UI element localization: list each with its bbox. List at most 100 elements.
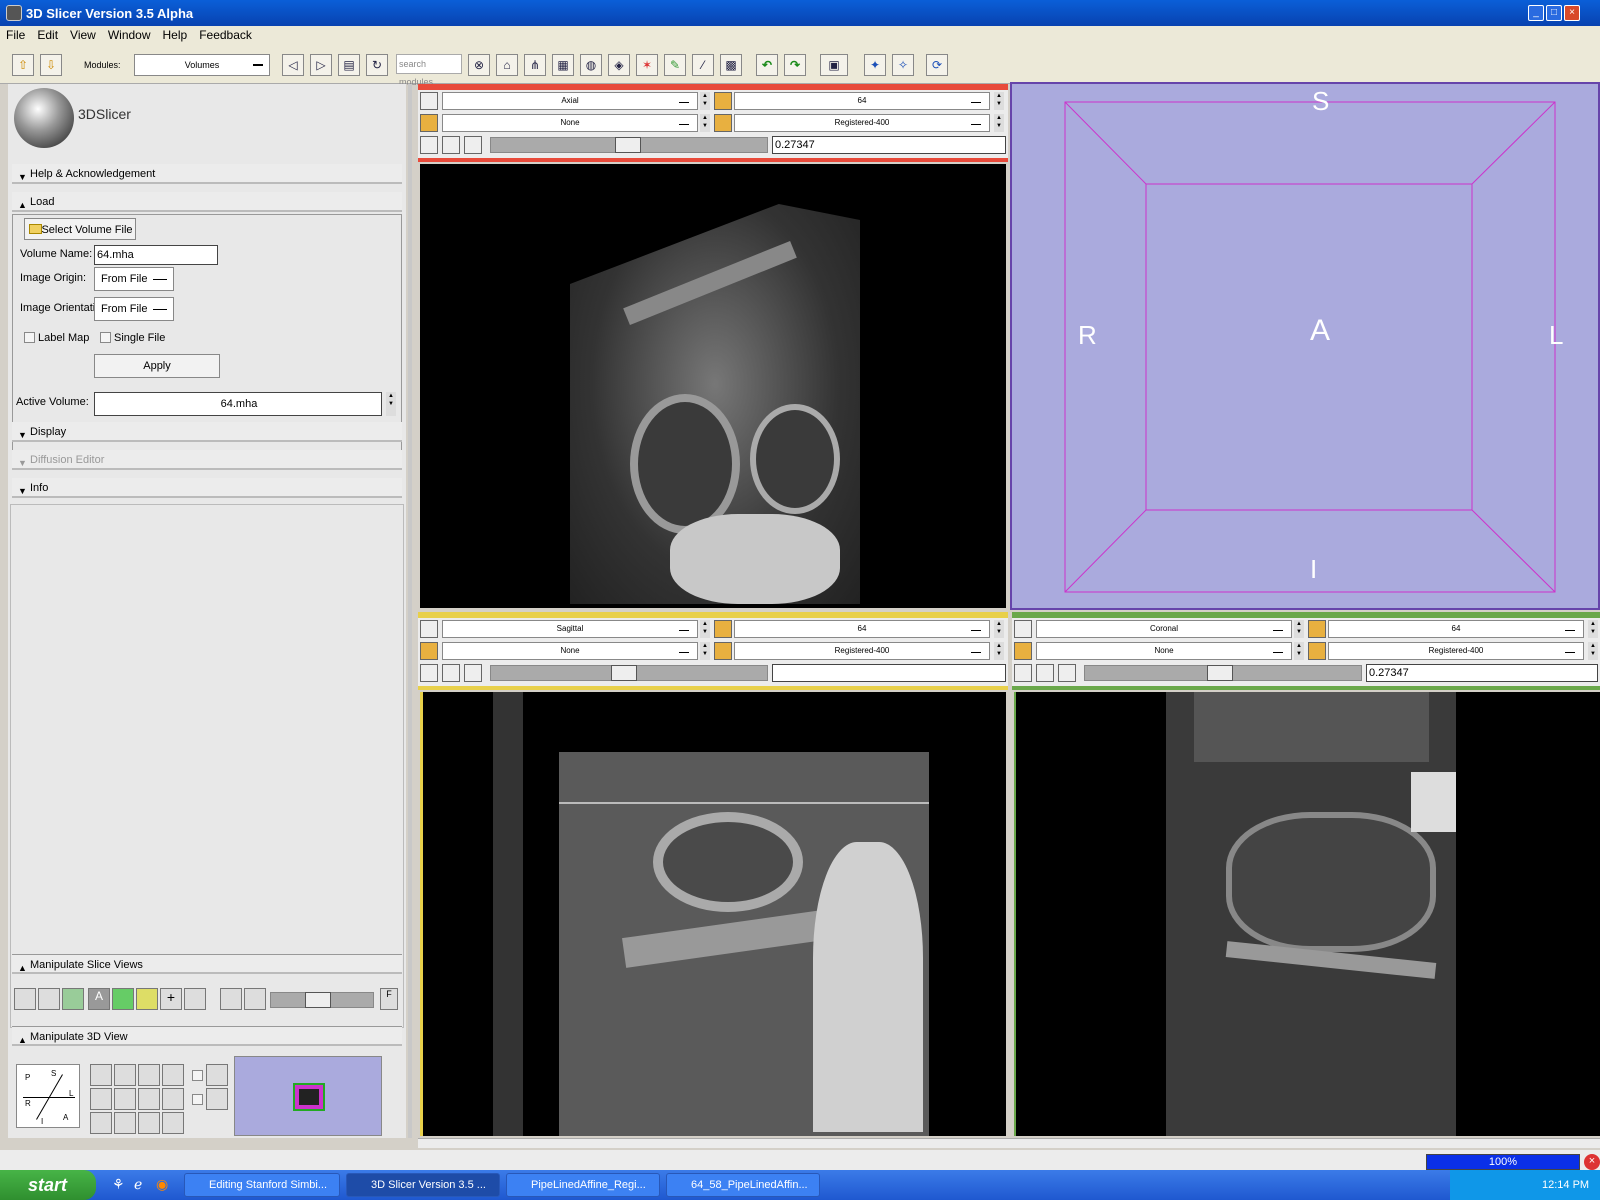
cancel-icon[interactable]: × bbox=[1584, 1154, 1600, 1170]
slice-orient-icon[interactable] bbox=[420, 620, 438, 638]
menu-help[interactable]: Help bbox=[157, 28, 194, 42]
rock-mode-icon[interactable] bbox=[206, 1088, 228, 1110]
load-scene-icon[interactable]: ⇧ bbox=[12, 54, 34, 76]
yellow-orientation-spin[interactable]: ▲ ▼ bbox=[700, 620, 710, 638]
screenshot-icon[interactable] bbox=[138, 1064, 160, 1086]
zoom-in-icon[interactable] bbox=[162, 1064, 184, 1086]
view-scrollbar[interactable] bbox=[418, 1138, 1600, 1148]
red-orientation-spin[interactable]: ▲ ▼ bbox=[700, 92, 710, 110]
slice-orient-icon[interactable] bbox=[1014, 620, 1032, 638]
fade-slider[interactable] bbox=[270, 992, 374, 1008]
section-diffusion-editor[interactable]: ▼ Diffusion Editor bbox=[12, 450, 402, 470]
slice-orient-icon[interactable] bbox=[420, 92, 438, 110]
eye-icon[interactable] bbox=[114, 1112, 136, 1134]
active-volume-spinner[interactable]: ▲ ▼ bbox=[386, 392, 396, 416]
slice-green-icon[interactable] bbox=[62, 988, 84, 1010]
yellow-label-spin[interactable]: ▲ ▼ bbox=[700, 642, 710, 660]
module-history-icon[interactable]: ▤ bbox=[338, 54, 360, 76]
fg-icon[interactable]: F bbox=[380, 988, 398, 1010]
home-icon[interactable]: ⌂ bbox=[496, 54, 518, 76]
spin-icon[interactable] bbox=[90, 1112, 112, 1134]
yellow-fg-spin[interactable]: ▲ ▼ bbox=[994, 620, 1004, 638]
volume-name-field[interactable]: 64.mha bbox=[94, 245, 218, 265]
yellow-slice-image[interactable] bbox=[420, 692, 1006, 1136]
annotation-icon[interactable]: A bbox=[88, 988, 110, 1010]
quicklaunch-icon[interactable]: ⚘ bbox=[112, 1176, 130, 1194]
yellow-label-select[interactable]: None bbox=[442, 642, 698, 660]
select-volume-file-button[interactable]: Select Volume File bbox=[24, 218, 136, 240]
ie-icon[interactable]: ℯ bbox=[134, 1176, 152, 1194]
label-map-checkbox[interactable] bbox=[24, 332, 35, 343]
green-label-spin[interactable]: ▲ ▼ bbox=[1294, 642, 1304, 660]
red-bg-select[interactable]: Registered-400 bbox=[734, 114, 990, 132]
minimize-button[interactable]: _ bbox=[1528, 5, 1544, 21]
models-icon[interactable]: ◍ bbox=[580, 54, 602, 76]
taskbar-item[interactable]: PipeLinedAffine_Regi... bbox=[506, 1173, 660, 1197]
red-fg-select[interactable]: 64 bbox=[734, 92, 990, 110]
image-orientation-select[interactable]: From File bbox=[94, 297, 174, 321]
close-button[interactable]: × bbox=[1564, 5, 1580, 21]
spatial-nav-icon[interactable] bbox=[184, 988, 206, 1010]
link-icon[interactable] bbox=[420, 664, 438, 682]
module-select[interactable]: Volumes bbox=[134, 54, 270, 76]
fg-volume-icon[interactable] bbox=[1308, 620, 1326, 638]
zoom-out-icon[interactable] bbox=[162, 1088, 184, 1110]
layout-icon[interactable]: ▣ bbox=[820, 54, 848, 76]
link-icon[interactable] bbox=[1014, 664, 1032, 682]
measure-icon[interactable]: ⁄ bbox=[692, 54, 714, 76]
editor-icon[interactable]: ✎ bbox=[664, 54, 686, 76]
fg-volume-icon[interactable] bbox=[714, 92, 732, 110]
panel-splitter[interactable] bbox=[408, 84, 412, 1138]
taskbar-item[interactable]: 64_58_PipeLinedAffin... bbox=[666, 1173, 820, 1197]
apply-button[interactable]: Apply bbox=[94, 354, 220, 378]
pitch-icon[interactable] bbox=[90, 1064, 112, 1086]
rotate-icon[interactable] bbox=[90, 1088, 112, 1110]
bg-layer-icon[interactable] bbox=[244, 988, 266, 1010]
redo-icon[interactable]: ↷ bbox=[784, 54, 806, 76]
back-icon[interactable]: ◁ bbox=[282, 54, 304, 76]
label-volume-icon[interactable] bbox=[420, 114, 438, 132]
single-file-checkbox[interactable] bbox=[100, 332, 111, 343]
mouse-mode-pick-icon[interactable]: ✦ bbox=[864, 54, 886, 76]
yellow-bg-spin[interactable]: ▲ ▼ bbox=[994, 642, 1004, 660]
rock-icon[interactable] bbox=[162, 1112, 184, 1134]
visibility-eye-icon[interactable] bbox=[442, 664, 460, 682]
module-scroll-area[interactable] bbox=[10, 504, 404, 1028]
binoculars-icon[interactable]: ⊗ bbox=[468, 54, 490, 76]
taskbar-item-active[interactable]: 3D Slicer Version 3.5 ... bbox=[346, 1173, 500, 1197]
section-load[interactable]: ▲ Load bbox=[12, 192, 402, 212]
more-options-icon[interactable] bbox=[464, 136, 482, 154]
taskbar-item[interactable]: Editing Stanford Simbi... bbox=[184, 1173, 340, 1197]
center-icon[interactable] bbox=[114, 1064, 136, 1086]
section-help[interactable]: ▼ Help & Acknowledgement bbox=[12, 164, 402, 184]
menu-window[interactable]: Window bbox=[102, 28, 157, 42]
more-options-icon[interactable] bbox=[464, 664, 482, 682]
yellow-offset-field[interactable] bbox=[772, 664, 1006, 682]
crosshair-icon[interactable]: + bbox=[160, 988, 182, 1010]
green-bg-select[interactable]: Registered-400 bbox=[1328, 642, 1584, 660]
green-fg-select[interactable]: 64 bbox=[1328, 620, 1584, 638]
transforms-icon[interactable]: ◈ bbox=[608, 54, 630, 76]
undo-icon[interactable]: ↶ bbox=[756, 54, 778, 76]
red-offset-field[interactable]: 0.27347 bbox=[772, 136, 1006, 154]
label-outline-icon[interactable] bbox=[112, 988, 134, 1010]
green-offset-field[interactable]: 0.27347 bbox=[1366, 664, 1598, 682]
slice-grid-icon[interactable] bbox=[38, 988, 60, 1010]
cube-icon[interactable] bbox=[114, 1088, 136, 1110]
mouse-mode-transform-icon[interactable]: ⟳ bbox=[926, 54, 948, 76]
link-icon[interactable] bbox=[420, 136, 438, 154]
fg-layer-icon[interactable] bbox=[220, 988, 242, 1010]
label-volume-icon[interactable] bbox=[1014, 642, 1032, 660]
red-slice-image[interactable] bbox=[420, 164, 1006, 608]
rock-checkbox[interactable] bbox=[192, 1094, 203, 1105]
green-bg-spin[interactable]: ▲ ▼ bbox=[1588, 642, 1598, 660]
menu-file[interactable]: File bbox=[0, 28, 31, 42]
firefox-icon[interactable]: ◉ bbox=[156, 1176, 174, 1194]
maximize-button[interactable]: □ bbox=[1546, 5, 1562, 21]
crosshair-yellow-icon[interactable] bbox=[136, 988, 158, 1010]
search-modules-input[interactable]: search modules bbox=[396, 54, 462, 87]
label-volume-icon[interactable] bbox=[420, 642, 438, 660]
bg-volume-icon[interactable] bbox=[714, 642, 732, 660]
yellow-bg-select[interactable]: Registered-400 bbox=[734, 642, 990, 660]
green-orientation-select[interactable]: Coronal bbox=[1036, 620, 1292, 638]
